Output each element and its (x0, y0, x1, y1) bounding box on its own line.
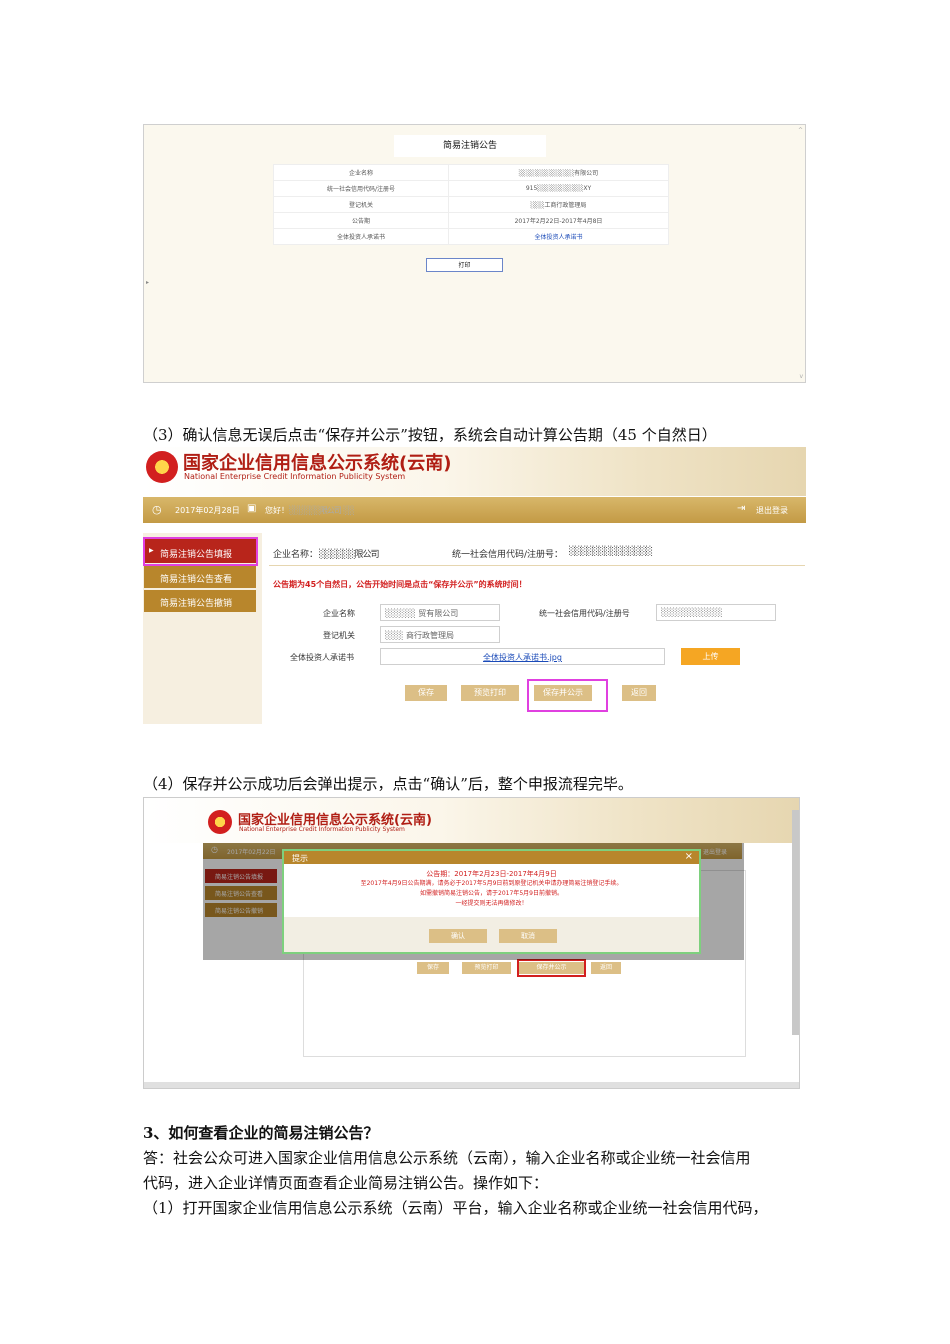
preview-print-button[interactable]: 预览打印 (462, 962, 511, 974)
upload-button[interactable]: 上传 (681, 648, 740, 665)
h-scrollbar[interactable] (144, 1082, 799, 1088)
dialog-line-1: 公告期：2017年2月23日-2017年4月9日 (426, 870, 557, 878)
clock-icon: ◷ (152, 503, 162, 516)
greeting-tail: ░░ (343, 506, 354, 515)
dialog-line-4: 一经提交则无法再做修改！ (455, 900, 528, 907)
scrollbar[interactable] (792, 810, 799, 1035)
answer-line-2: 代码，进入企业详情页面查看企业简易注销公告。操作如下： (143, 1174, 549, 1192)
sidebar: 简易注销公告填报 ▶ 简易注销公告查看 简易注销公告撤销 (143, 533, 262, 724)
form-name-label: 企业名称 (323, 609, 355, 618)
step1-text: （1）打开国家企业信用信息公示系统（云南）平台，输入企业名称或企业统一社会信用代… (143, 1199, 768, 1217)
site-banner: 国家企业信用信息公示系统(云南) National Enterprise Cre… (144, 798, 799, 843)
form-code-label: 统一社会信用代码/注册号 (539, 609, 630, 618)
screenshot-fill-form: 国家企业信用信息公示系统(云南) National Enterprise Cre… (143, 447, 806, 724)
user-icon: ▣ (247, 503, 257, 514)
site-subtitle: National Enterprise Credit Information P… (184, 472, 406, 481)
credit-code-label: 统一社会信用代码/注册号： (452, 550, 564, 560)
back-button[interactable]: 返回 (622, 685, 656, 701)
save-button[interactable]: 保存 (417, 962, 449, 974)
table-row: 登记机关 ░░░工商行政管理局 (273, 196, 669, 213)
caret-icon: ▸ (146, 279, 150, 286)
table-row: 企业名称 ░░░░░░░░░░░░有限公司 (273, 164, 669, 181)
notice-text: 公告期为45个自然日，公告开始时间是点击“保存并公示”的系统时间！ (273, 580, 527, 589)
scroll-down-icon[interactable]: v (799, 373, 803, 380)
dialog-footer (284, 917, 699, 952)
section3-title: 3、如何查看企业的简易注销公告？ (143, 1124, 379, 1142)
row-value: ░░░░░░░░░░░░有限公司 (448, 164, 669, 181)
investor-letter-link[interactable]: 全体投资人承诺书 (448, 228, 669, 245)
announcement-header: 简易注销公告 (394, 135, 546, 157)
sidebar-item-view[interactable]: 简易注销公告查看 (144, 566, 256, 588)
logout-link[interactable]: 退出登录 (756, 505, 788, 516)
row-label: 登记机关 (273, 196, 449, 213)
dialog-line-3: 如需撤销简易注销公告，请于2017年5月9日前撤销。 (420, 890, 563, 897)
row-value: 2017年2月22日-2017年4月8日 (448, 212, 669, 229)
back-button[interactable]: 返回 (591, 962, 621, 974)
row-label: 统一社会信用代码/注册号 (273, 180, 449, 197)
close-icon[interactable]: × (685, 851, 693, 862)
highlight-box (517, 959, 586, 977)
highlight-box (143, 537, 258, 566)
site-banner: 国家企业信用信息公示系统(云南) National Enterprise Cre… (143, 447, 806, 496)
letter-file-link[interactable]: 全体投资人承诺书.jpg (380, 648, 665, 665)
company-name-label: 企业名称： (273, 550, 319, 560)
cancel-button[interactable]: 取消 (499, 929, 557, 943)
national-emblem-icon (208, 810, 232, 834)
greeting-company: ░░░░░░限公司 (289, 506, 342, 515)
form-letter-label: 全体投资人承诺书 (290, 653, 354, 662)
table-row: 公告期 2017年2月22日-2017年4月8日 (273, 212, 669, 229)
company-name-input[interactable]: ░░░░░ 贸有限公司 (380, 604, 500, 621)
credit-code-input[interactable]: ░░░░░░░░░░ (656, 604, 776, 621)
greeting-text: 您好！ (265, 506, 289, 515)
highlight-box (527, 679, 608, 712)
divider (269, 565, 805, 566)
table-row: 全体投资人承诺书 全体投资人承诺书 (273, 228, 669, 245)
dialog-line-2: 至2017年4月9日公告期满，请务必于2017年5月9日前到原登记机关申请办理简… (360, 880, 623, 887)
row-label: 公告期 (273, 212, 449, 229)
step3-text: （3）确认信息无误后点击“保存并公示”按钮，系统会自动计算公告期（45 个自然日… (143, 426, 717, 444)
authority-input[interactable]: ░░░ 商行政管理局 (380, 626, 500, 643)
user-greeting: 您好！░░░░░░限公司 ░░ (265, 505, 355, 516)
announcement-table: 企业名称 ░░░░░░░░░░░░有限公司 统一社会信用代码/注册号 915░░… (273, 164, 669, 245)
tip-dialog: 提示 × 公告期：2017年2月23日-2017年4月9日 至2017年4月9日… (282, 849, 701, 954)
sidebar-item-revoke[interactable]: 简易注销公告撤销 (144, 590, 256, 612)
dialog-title: 提示 (292, 854, 308, 863)
site-subtitle: National Enterprise Credit Information P… (239, 826, 405, 833)
row-label: 全体投资人承诺书 (273, 228, 449, 245)
save-button[interactable]: 保存 (405, 685, 447, 701)
credit-code-value: ░░░░░░░░░░░░░░ (569, 547, 653, 557)
form-authority-label: 登记机关 (323, 631, 355, 640)
preview-print-button[interactable]: 预览打印 (461, 685, 519, 701)
scroll-up-icon[interactable]: ^ (798, 127, 803, 134)
dialog-titlebar: 提示 × (284, 851, 699, 864)
row-value: ░░░工商行政管理局 (448, 196, 669, 213)
table-row: 统一社会信用代码/注册号 915░░░░░░░░░░XY (273, 180, 669, 197)
step4-text: （4）保存并公示成功后会弹出提示，点击“确认”后，整个申报流程完毕。 (143, 775, 633, 793)
national-emblem-icon (146, 451, 178, 483)
screenshot-announcement-view: 简易注销公告 企业名称 ░░░░░░░░░░░░有限公司 统一社会信用代码/注册… (143, 124, 806, 383)
print-button[interactable]: 打印 (426, 258, 503, 272)
row-value: 915░░░░░░░░░░XY (448, 180, 669, 197)
screenshot-publish-dialog: 国家企业信用信息公示系统(云南) National Enterprise Cre… (143, 797, 800, 1089)
row-label: 企业名称 (273, 164, 449, 181)
current-date: 2017年02月28日 (175, 506, 240, 515)
top-navbar: ◷ 2017年02月28日 ▣ 您好！░░░░░░限公司 ░░ ⇥ 退出登录 (143, 497, 806, 523)
company-name-value: ░░░░░░限公司 (319, 550, 380, 560)
confirm-button[interactable]: 确认 (429, 929, 487, 943)
answer-line-1: 答：社会公众可进入国家企业信用信息公示系统（云南），输入企业名称或企业统一社会信… (143, 1149, 751, 1167)
logout-icon[interactable]: ⇥ (737, 503, 745, 514)
